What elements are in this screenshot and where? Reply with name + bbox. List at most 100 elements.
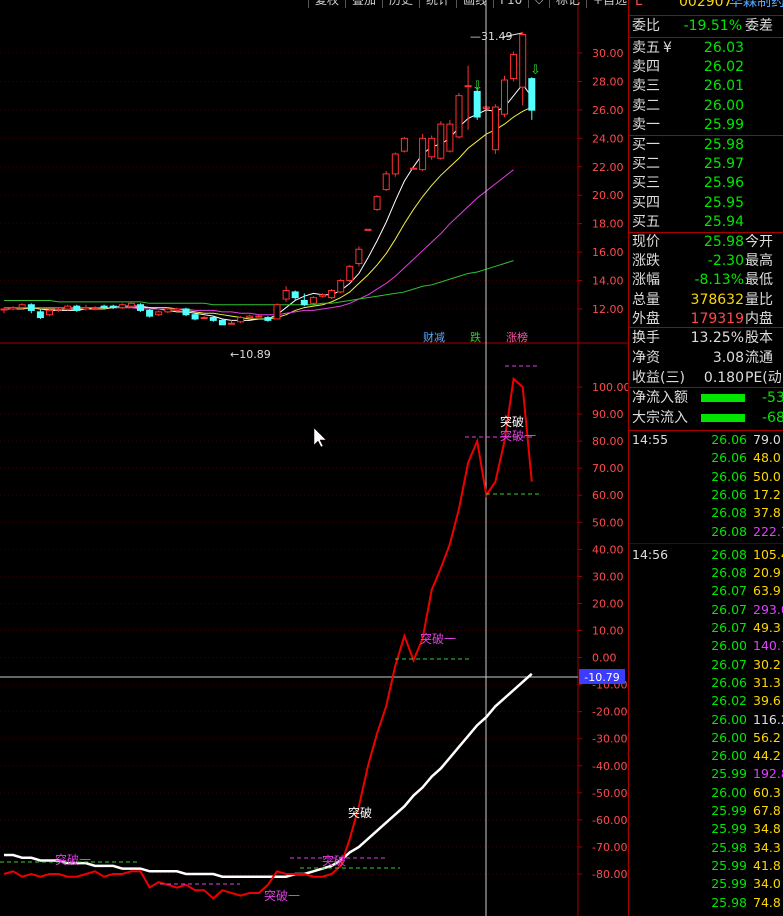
flow-value: -68 [762, 410, 783, 426]
stat-row: 换手 13.25% 股本 [629, 328, 783, 348]
tick-price: 25.99 [711, 857, 747, 873]
tick-price: 26.00 [711, 638, 747, 654]
tick-row[interactable]: 26.08 222.7 [629, 523, 783, 541]
toolbar-history[interactable]: 历史 [382, 0, 419, 8]
event-badge: 涨榜 [506, 330, 528, 344]
candle-body [246, 315, 254, 319]
tick-row[interactable]: 26.07 49.3 [629, 619, 783, 637]
candle-body [18, 304, 26, 309]
candle-body [64, 305, 72, 310]
tick-row[interactable]: 26.08 20.9 [629, 564, 783, 582]
price-tick-label: 24.00 [592, 132, 624, 145]
toolbar-mark[interactable]: 标记 [548, 0, 586, 8]
candle-body [100, 305, 108, 309]
tick-row[interactable]: 26.07 30.2 [629, 656, 783, 674]
candle-body [391, 153, 399, 175]
breakout-label: 突破 [348, 805, 372, 820]
breakout-label: 突破一 [500, 428, 536, 443]
row-label: 卖一 [632, 116, 660, 133]
candle-body [237, 317, 245, 323]
toolbar-add-favorite[interactable]: +自选 [585, 0, 633, 8]
breakout-label: 突破 [322, 853, 346, 868]
candle-body [218, 319, 226, 326]
candle-body [328, 290, 336, 299]
toolbar-draw[interactable]: 画线 [456, 0, 493, 8]
row-label: 卖三 [632, 78, 660, 95]
row-label: 收益(三) [632, 369, 685, 386]
tick-row[interactable]: 26.00 44.2 [629, 747, 783, 765]
tick-row[interactable]: 25.98 34.3 [629, 839, 783, 857]
tick-row[interactable]: 26.06 31.3 [629, 674, 783, 692]
tick-row[interactable]: 25.98 74.8 [629, 894, 783, 912]
tick-row[interactable]: 26.00 60.3 [629, 784, 783, 802]
tick-price: 26.08 [711, 523, 747, 539]
stat-row: 涨跌 -2.30 最高 [629, 251, 783, 271]
row-extra: 股本 [745, 330, 773, 346]
indicator-tick-label: 20.00 [592, 597, 624, 610]
tick-row[interactable]: 25.99 67.8 [629, 802, 783, 820]
tick-row[interactable]: 26.07 293.0 [629, 601, 783, 619]
tick-price: 26.07 [711, 601, 747, 617]
toolbar-f10[interactable]: F10 [493, 0, 528, 8]
tick-volume: 60.3 [753, 784, 781, 800]
tick-row[interactable]: 25.99 34.0 [629, 875, 783, 893]
candle-body [91, 307, 99, 310]
row-extra: PE(动) [745, 369, 783, 386]
toolbar-overlay[interactable]: 叠加 [345, 0, 382, 8]
row-value: 378632 [690, 291, 744, 308]
tick-row[interactable]: 26.08 37.8 [629, 504, 783, 522]
buy-order-row: 买四 25.95 [629, 193, 783, 213]
row-label: 卖二 [632, 97, 660, 114]
kline-chart[interactable]: 30.00 28.00 26.00 24.00 22.00 20.00 18.00 16.00… [0, 0, 628, 916]
tick-price: 26.00 [711, 711, 747, 727]
breakout-label: 突破一 [264, 888, 300, 903]
sell-order-row: 卖一 25.99 [629, 115, 783, 135]
candle-body [428, 137, 436, 158]
row-label: 总量 [632, 291, 660, 308]
candle-body [82, 307, 90, 310]
toolbar-stats[interactable]: 统计 [419, 0, 456, 8]
candle-body [200, 317, 208, 320]
stat-row: 外盘 179319 内盘 [629, 309, 783, 329]
tick-row[interactable]: 25.99 34.8 [629, 820, 783, 838]
candle-body [319, 294, 326, 297]
tick-row[interactable]: 26.00 56.2 [629, 729, 783, 747]
diamond-icon[interactable]: ◇ [528, 0, 549, 8]
tick-time: 14:55 [632, 432, 669, 447]
indicator-tick-label: -40.00 [592, 760, 627, 773]
tick-price: 26.06 [711, 468, 747, 484]
mouse-cursor-icon [313, 427, 327, 448]
tick-row[interactable]: 25.99 192.8 [629, 765, 783, 783]
flow-row: 大宗流入 -68 [629, 408, 783, 428]
flow-value: -53 [762, 390, 783, 406]
indicator-tick-label: 10.00 [592, 625, 624, 638]
candle-body [419, 137, 427, 171]
row-label: 买五 [632, 213, 660, 230]
candle-body [209, 317, 217, 321]
candle-body [501, 79, 508, 115]
tick-row[interactable]: 26.07 63.9 [629, 582, 783, 600]
tick-row[interactable]: 26.02 39.6 [629, 692, 783, 710]
tick-row[interactable]: 26.06 48.0 [629, 449, 783, 467]
buy-order-row: 买三 25.96 [629, 173, 783, 193]
tick-row[interactable]: 25.99 41.8 [629, 857, 783, 875]
toolbar-fuquan[interactable]: 复权 [308, 0, 345, 8]
candle-body [309, 297, 317, 304]
row-label: 卖五 [632, 40, 660, 56]
row-label: 涨跌 [632, 253, 660, 270]
indicator-tick-label: -50.00 [592, 787, 627, 800]
indicator-tick-label: 40.00 [592, 543, 624, 556]
tick-row[interactable]: 26.06 50.0 [629, 468, 783, 486]
tick-row[interactable]: 26.06 17.2 [629, 486, 783, 504]
tick-row[interactable]: 14:55 26.06 79.0 [629, 431, 783, 449]
row-value: -8.13% [694, 272, 744, 289]
candle-body [228, 322, 235, 325]
row-label: 外盘 [632, 310, 660, 327]
stat-row: 涨幅 -8.13% 最低 [629, 270, 783, 290]
indicator-tick-label: 0.00 [592, 652, 617, 665]
tick-row[interactable]: 26.00 116.2 [629, 711, 783, 729]
tick-row[interactable]: 26.00 140.7 [629, 637, 783, 655]
tick-row[interactable]: 14:56 26.08 105.4 [629, 546, 783, 564]
flow-row: 净流入额 -53 [629, 388, 783, 408]
tick-volume: 34.0 [753, 876, 781, 892]
